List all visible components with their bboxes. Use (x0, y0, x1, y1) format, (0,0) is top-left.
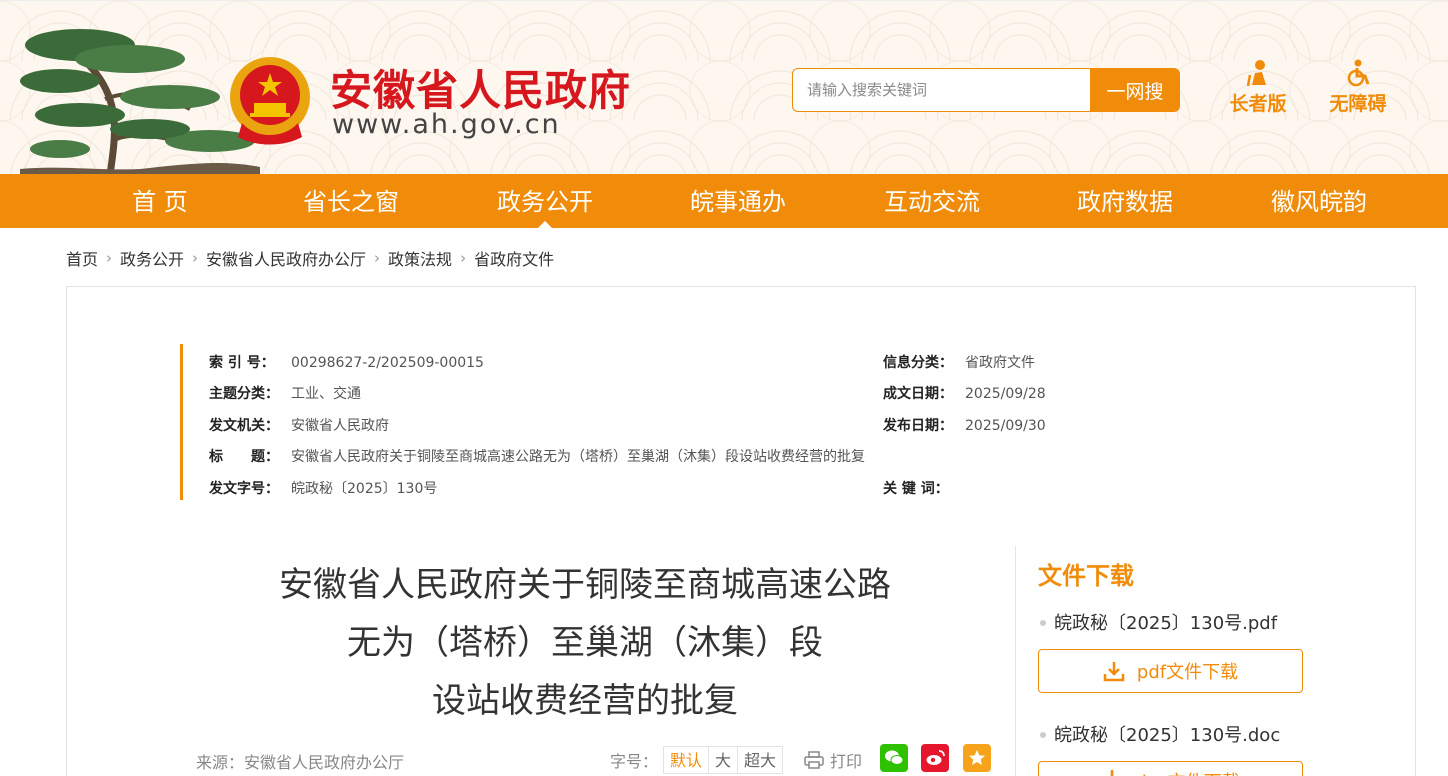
chevron-right-icon: › (192, 249, 199, 267)
doc-download-button[interactable]: doc文件下载 (1038, 761, 1303, 776)
pdf-download-label: pdf文件下载 (1136, 662, 1239, 683)
pine-tree-illustration (20, 29, 260, 174)
main-nav: 首 页 省长之窗 政务公开 皖事通办 互动交流 政府数据 徽风皖韵 (0, 174, 1448, 228)
meta-issuer: 发文机关： 安徽省人民政府 (209, 418, 389, 434)
chevron-right-icon: › (460, 249, 467, 267)
chevron-right-icon: › (106, 249, 113, 267)
elder-icon (1246, 60, 1266, 87)
wheelchair-icon (1347, 59, 1370, 87)
document-title: 安徽省人民政府关于铜陵至商城高速公路 无为（塔桥）至巢湖（沐集）段 设站收费经营… (200, 556, 970, 730)
nav-item-home[interactable]: 首 页 (80, 174, 240, 228)
document-title-line: 设站收费经营的批复 (432, 681, 738, 721)
breadcrumb: 首页 › 政务公开 › 安徽省人民政府办公厅 › 政策法规 › 省政府文件 (66, 246, 554, 270)
document-metadata: 索 引 号： 00298627-2/202509-00015 信息分类： 省政府文件… (180, 344, 1180, 500)
pdf-download-button[interactable]: pdf文件下载 (1038, 649, 1303, 693)
bullet-icon (1040, 731, 1046, 738)
weibo-icon (926, 750, 945, 765)
font-size-switcher: 字号： 默认 大 超大 (610, 746, 784, 774)
document-title-line: 安徽省人民政府关于铜陵至商城高速公路 (279, 565, 891, 605)
doc-download-label: doc文件下载 (1135, 768, 1239, 776)
share-wechat-button[interactable] (880, 744, 908, 772)
print-label: 打印 (830, 752, 863, 771)
column-divider (1015, 546, 1016, 776)
elder-mode-link[interactable]: 长者版 (1218, 59, 1298, 116)
national-emblem-icon (230, 57, 310, 145)
chevron-right-icon: › (374, 249, 381, 267)
document-title-line: 无为（塔桥）至巢湖（沐集）段 (347, 623, 823, 663)
accessibility-link[interactable]: 无障碍 (1318, 59, 1398, 116)
download-file-doc[interactable]: 皖政秘〔2025〕130号.doc (1040, 721, 1280, 747)
nav-item-interaction[interactable]: 互动交流 (852, 174, 1012, 228)
download-filename: 皖政秘〔2025〕130号.doc (1054, 725, 1281, 746)
nav-item-culture[interactable]: 徽风皖韵 (1239, 174, 1399, 228)
font-size-large[interactable]: 大 (708, 746, 739, 774)
site-url: www.ah.gov.cn (332, 109, 561, 140)
meta-published-date: 发布日期： 2025/09/30 (883, 418, 1046, 434)
meta-keywords: 关 键 词： (883, 481, 949, 497)
share-weibo-button[interactable] (921, 744, 949, 772)
download-file-pdf[interactable]: 皖政秘〔2025〕130号.pdf (1040, 609, 1277, 635)
site-header: 安徽省人民政府 www.ah.gov.cn 一网搜 长者版 无障碍 (0, 0, 1448, 174)
breadcrumb-link[interactable]: 政策法规 (388, 246, 452, 270)
font-size-default[interactable]: 默认 (663, 746, 710, 774)
wechat-icon (885, 750, 904, 765)
star-icon (969, 750, 985, 765)
breadcrumb-link[interactable]: 首页 (66, 246, 98, 270)
meta-written-date: 成文日期： 2025/09/28 (883, 386, 1046, 402)
meta-category: 信息分类： 省政府文件 (883, 355, 1035, 371)
nav-item-government-affairs[interactable]: 政务公开 (465, 174, 625, 228)
font-size-label: 字号： (610, 752, 659, 771)
meta-document-number: 发文字号： 皖政秘〔2025〕130号 (209, 481, 438, 497)
download-icon (1111, 770, 1114, 776)
printer-icon (804, 751, 824, 769)
meta-title: 标 题： 安徽省人民政府关于铜陵至商城高速公路无为（塔桥）至巢湖（沐集）段设站收费… (209, 449, 865, 465)
bullet-icon (1040, 619, 1046, 626)
add-favorite-button[interactable] (963, 744, 991, 772)
meta-index: 索 引 号： 00298627-2/202509-00015 (209, 355, 484, 371)
nav-item-government-data[interactable]: 政府数据 (1045, 174, 1205, 228)
nav-item-governor[interactable]: 省长之窗 (271, 174, 431, 228)
download-icon (1103, 662, 1125, 682)
meta-topic: 主题分类： 工业、交通 (209, 386, 361, 402)
print-button[interactable]: 打印 (804, 748, 862, 772)
accessibility-label: 无障碍 (1329, 93, 1387, 115)
document-source: 来源：安徽省人民政府办公厅 (196, 753, 405, 772)
elder-mode-label: 长者版 (1229, 93, 1287, 115)
nav-item-services[interactable]: 皖事通办 (658, 174, 818, 228)
download-filename: 皖政秘〔2025〕130号.pdf (1054, 613, 1278, 634)
breadcrumb-link[interactable]: 政务公开 (120, 246, 184, 270)
downloads-title: 文件下载 (1038, 562, 1134, 590)
breadcrumb-link[interactable]: 省政府文件 (474, 246, 554, 270)
search-input[interactable] (792, 68, 1092, 112)
font-size-extra-large[interactable]: 超大 (737, 746, 784, 774)
breadcrumb-link[interactable]: 安徽省人民政府办公厅 (206, 246, 366, 270)
search-button[interactable]: 一网搜 (1090, 68, 1180, 112)
